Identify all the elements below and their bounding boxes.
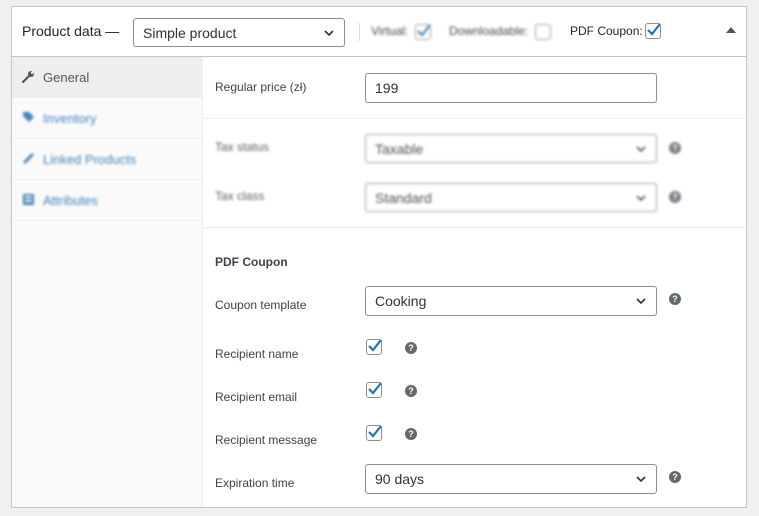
coupon-template-select[interactable]: Cooking [365, 286, 657, 316]
virtual-label: Virtual: [371, 24, 409, 38]
link-icon [23, 153, 34, 164]
wrench-icon [22, 71, 34, 83]
section-divider [203, 227, 746, 228]
tab-attributes[interactable]: Attributes [12, 180, 202, 221]
coupon-template-label: Coupon template [215, 298, 307, 312]
expiration-time-select[interactable]: 90 days [365, 464, 657, 494]
downloadable-checkbox[interactable] [535, 24, 551, 40]
recipient-name-help-icon[interactable]: ? [405, 342, 417, 354]
product-data-panel: Product data — Simple product Virtual: D… [11, 6, 747, 508]
downloadable-label: Downloadable: [449, 24, 529, 38]
checkmark-icon [368, 382, 382, 395]
regular-price-value: 199 [375, 80, 399, 96]
tab-attributes-label: Attributes [43, 193, 98, 208]
chevron-down-icon [636, 298, 646, 305]
product-type-select[interactable]: Simple product [133, 18, 345, 47]
chevron-down-icon [636, 476, 646, 483]
regular-price-input[interactable]: 199 [365, 73, 657, 103]
tab-inventory[interactable]: Inventory [12, 98, 202, 139]
tax-status-label: Tax status [215, 140, 270, 154]
general-options: Regular price (zł) 199 Tax status Taxabl… [203, 57, 746, 507]
tax-class-select[interactable]: Standard [365, 183, 657, 212]
pdf-coupon-checkbox[interactable] [645, 23, 661, 39]
section-divider [203, 118, 746, 119]
product-data-header: Product data — Simple product Virtual: D… [12, 7, 746, 57]
coupon-template-help-icon[interactable]: ? [669, 293, 681, 305]
recipient-name-label: Recipient name [215, 347, 299, 361]
recipient-email-help-icon[interactable]: ? [405, 385, 417, 397]
tab-linked-products-label: Linked Products [43, 152, 137, 167]
product-type-value: Simple product [143, 24, 237, 41]
coupon-template-value: Cooking [375, 293, 427, 309]
checkmark-icon [368, 425, 382, 438]
tax-status-select[interactable]: Taxable [365, 134, 657, 163]
tax-class-help-icon[interactable]: ? [669, 191, 681, 203]
page: Product data — Simple product Virtual: D… [0, 0, 759, 516]
expiration-time-value: 90 days [375, 471, 425, 487]
product-data-title: Product data — [22, 23, 120, 39]
checkmark-icon [368, 339, 382, 352]
tax-status-value: Taxable [375, 140, 424, 157]
pdf-coupon-label: PDF Coupon: [570, 24, 643, 38]
recipient-email-checkbox[interactable] [366, 382, 382, 398]
tax-class-label: Tax class [215, 189, 265, 203]
header-separator [359, 23, 360, 41]
expiration-time-label: Expiration time [215, 476, 295, 490]
chevron-down-icon [324, 29, 334, 36]
tab-linked-products[interactable]: Linked Products [12, 139, 202, 180]
recipient-message-checkbox[interactable] [366, 425, 382, 441]
chevron-down-icon [636, 145, 646, 152]
recipient-email-label: Recipient email [215, 390, 298, 404]
tab-general-label: General [43, 70, 90, 85]
tax-class-value: Standard [375, 189, 432, 206]
recipient-message-help-icon[interactable]: ? [405, 428, 417, 440]
tab-general[interactable]: General [12, 57, 202, 98]
product-data-tabs: General Inventory Linked Products Attrib… [12, 57, 203, 507]
recipient-name-checkbox[interactable] [366, 339, 382, 355]
checkmark-icon [417, 24, 431, 37]
tax-status-help-icon[interactable]: ? [669, 142, 681, 154]
table-icon [23, 194, 34, 205]
chevron-down-icon [636, 194, 646, 201]
expiration-time-help-icon[interactable]: ? [669, 471, 681, 483]
checkmark-icon [647, 23, 661, 36]
recipient-message-label: Recipient message [215, 433, 318, 447]
tag-icon [23, 112, 34, 122]
tab-inventory-label: Inventory [43, 111, 97, 126]
regular-price-label: Regular price (zł) [215, 80, 307, 94]
virtual-checkbox[interactable] [415, 24, 431, 40]
pdf-coupon-section-title: PDF Coupon [215, 255, 288, 269]
collapse-arrow-icon[interactable] [726, 27, 736, 33]
